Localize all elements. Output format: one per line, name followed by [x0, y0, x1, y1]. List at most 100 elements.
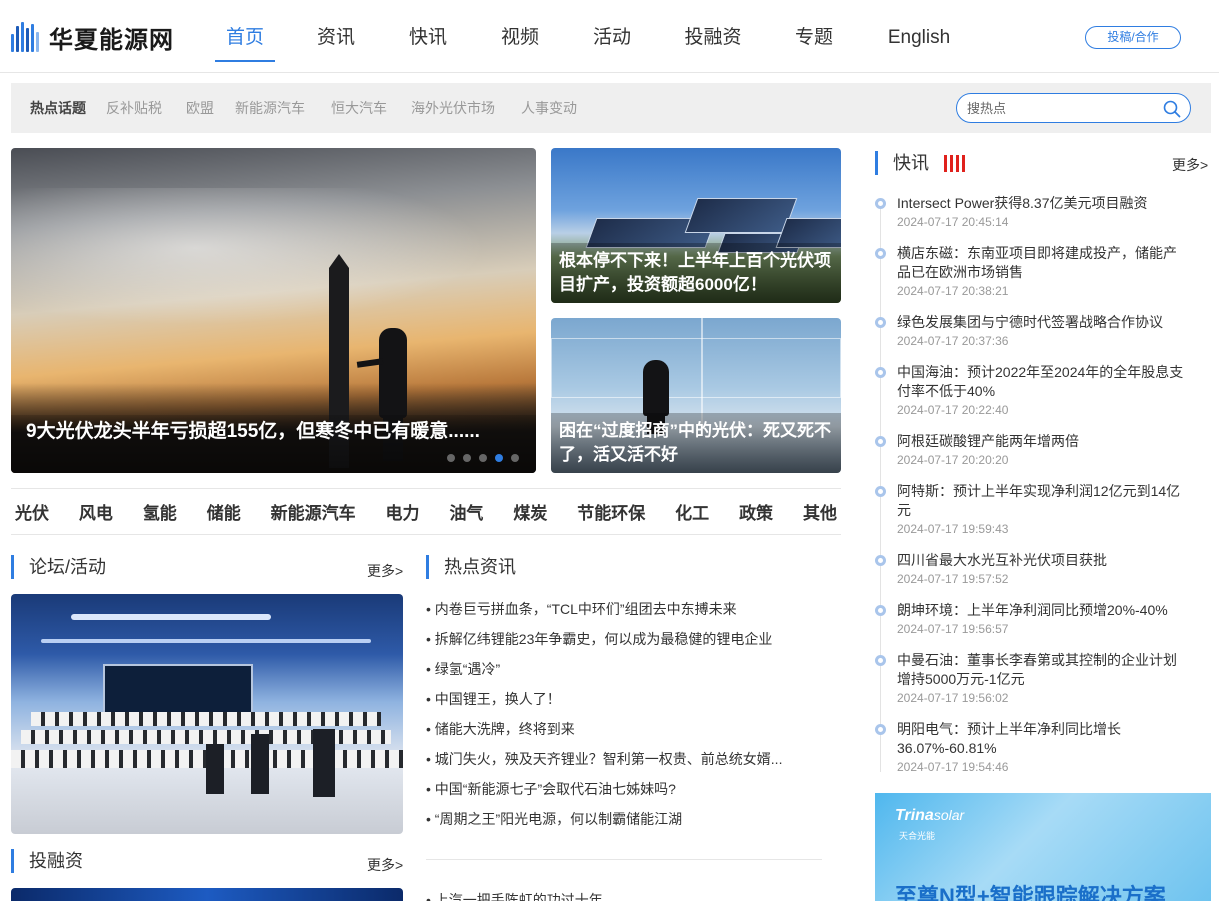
hot-news-item[interactable]: • 上汽一把手陈虹的功过十年: [426, 889, 818, 901]
flash-item-title[interactable]: Intersect Power获得8.37亿美元项目融资: [897, 194, 1185, 213]
flash-item-time: 2024-07-17 19:54:46: [897, 760, 1009, 774]
logo-mark-icon: [11, 21, 43, 54]
featured-card-title[interactable]: 根本停不下来！上半年上百个光伏项目扩产，投资额超6000亿！: [559, 249, 839, 297]
flash-item-title[interactable]: 阿根廷碳酸锂产能两年增两倍: [897, 432, 1185, 451]
timeline-dot-icon: [875, 724, 886, 735]
carousel-dot-active[interactable]: [495, 454, 503, 462]
timeline-dot-icon: [875, 317, 886, 328]
category-link[interactable]: 政策: [739, 499, 773, 524]
category-link[interactable]: 新能源汽车: [271, 499, 356, 524]
category-link[interactable]: 光伏: [15, 499, 49, 524]
flash-item-time: 2024-07-17 19:56:02: [897, 691, 1009, 705]
flash-item-title[interactable]: 朗坤环境：上半年净利润同比预增20%-40%: [897, 601, 1185, 620]
trina-solar-ad-banner[interactable]: Trinasolar 天合光能 至尊N型+智能跟踪解决方案: [875, 793, 1211, 901]
flash-item-time: 2024-07-17 19:56:57: [897, 622, 1009, 636]
nav-events[interactable]: 活动: [566, 0, 658, 73]
featured-card[interactable]: 根本停不下来！上半年上百个光伏项目扩产，投资额超6000亿！: [551, 148, 841, 303]
carousel-dot[interactable]: [463, 454, 471, 462]
hero-carousel[interactable]: 9大光伏龙头半年亏损超155亿，但寒冬中已有暖意......: [11, 148, 536, 473]
investment-more-link[interactable]: 更多>: [367, 855, 403, 875]
topic-link[interactable]: 反补贴税: [106, 98, 162, 118]
topic-link[interactable]: 人事变动: [521, 98, 577, 118]
flash-item[interactable]: 绿色发展集团与宁德时代签署战略合作协议 2024-07-17 20:37:36: [875, 313, 1185, 350]
category-bar: 光伏 风电 氢能 储能 新能源汽车 电力 油气 煤炭 节能环保 化工 政策 其他: [11, 488, 841, 535]
search-input[interactable]: [967, 99, 1157, 118]
timeline-dot-icon: [875, 436, 886, 447]
nav-video[interactable]: 视频: [474, 0, 566, 73]
category-link[interactable]: 化工: [675, 499, 709, 524]
flash-item[interactable]: 明阳电气：预计上半年净利同比增长36.07%-60.81% 2024-07-17…: [875, 720, 1185, 776]
hot-news-item[interactable]: “周期之王”阳光电源，何以制霸储能江湖: [426, 807, 826, 837]
carousel-dots: [447, 454, 519, 462]
category-link[interactable]: 其他: [803, 499, 837, 524]
category-link[interactable]: 风电: [79, 499, 113, 524]
site-name: 华夏能源网: [49, 27, 174, 54]
hero-title[interactable]: 9大光伏龙头半年亏损超155亿，但寒冬中已有暖意......: [26, 416, 480, 443]
nav-english[interactable]: English: [860, 0, 978, 73]
hot-news-item[interactable]: 城门失火，殃及天齐锂业？智利第一权贵、前总统女婿...: [426, 747, 826, 777]
topic-link[interactable]: 海外光伏市场: [411, 98, 495, 118]
nav-flash[interactable]: 快讯: [382, 0, 474, 73]
timeline-dot-icon: [875, 198, 886, 209]
flash-section-title: 快讯: [875, 151, 929, 175]
nav-investment[interactable]: 投融资: [658, 0, 768, 73]
flash-item-title[interactable]: 中国海油：预计2022年至2024年的全年股息支付率不低于40%: [897, 363, 1185, 401]
flash-item[interactable]: 阿特斯：预计上半年实现净利润12亿元到14亿元 2024-07-17 19:59…: [875, 482, 1185, 538]
topic-link[interactable]: 恒大汽车: [331, 98, 387, 118]
flash-item[interactable]: 阿根廷碳酸锂产能两年增两倍 2024-07-17 20:20:20: [875, 432, 1185, 469]
flash-item-time: 2024-07-17 20:20:20: [897, 453, 1009, 467]
site-header: 华夏能源网 首页 资讯 快讯 视频 活动 投融资 专题 English 投稿/合…: [0, 0, 1219, 73]
flash-item[interactable]: 朗坤环境：上半年净利润同比预增20%-40% 2024-07-17 19:56:…: [875, 601, 1185, 638]
hot-news-item[interactable]: 绿氢“遇冷”: [426, 657, 826, 687]
site-logo[interactable]: 华夏能源网: [11, 20, 174, 55]
timeline-dot-icon: [875, 248, 886, 259]
carousel-dot[interactable]: [479, 454, 487, 462]
flash-item-title[interactable]: 中曼石油：董事长李春第或其控制的企业计划增持5000万元-1亿元: [897, 651, 1185, 689]
flash-item[interactable]: 四川省最大水光互补光伏项目获批 2024-07-17 19:57:52: [875, 551, 1185, 588]
timeline-dot-icon: [875, 655, 886, 666]
forum-more-link[interactable]: 更多>: [367, 561, 403, 581]
flash-item-title[interactable]: 横店东磁：东南亚项目即将建成投产，储能产品已在欧洲市场销售: [897, 244, 1185, 282]
flash-item-time: 2024-07-17 19:59:43: [897, 522, 1009, 536]
nav-topics[interactable]: 专题: [768, 0, 860, 73]
topic-link[interactable]: 新能源汽车: [235, 98, 305, 118]
hot-news-item[interactable]: 内卷巨亏拼血条，“TCL中环们”组团去中东搏未来: [426, 597, 826, 627]
hot-news-item[interactable]: 中国锂王，换人了！: [426, 687, 826, 717]
trina-solar-logo: Trinasolar: [895, 807, 965, 824]
timeline-dot-icon: [875, 367, 886, 378]
flash-item[interactable]: 横店东磁：东南亚项目即将建成投产，储能产品已在欧洲市场销售 2024-07-17…: [875, 244, 1185, 300]
category-link[interactable]: 节能环保: [577, 499, 645, 524]
flash-item-title[interactable]: 绿色发展集团与宁德时代签署战略合作协议: [897, 313, 1185, 332]
hot-news-item[interactable]: 储能大洗牌，终将到来: [426, 717, 826, 747]
forum-event-image[interactable]: [11, 594, 403, 834]
nav-news[interactable]: 资讯: [290, 0, 382, 73]
investment-image[interactable]: [11, 888, 403, 901]
investment-section-title: 投融资: [11, 849, 83, 873]
category-link[interactable]: 油气: [449, 499, 483, 524]
carousel-dot[interactable]: [511, 454, 519, 462]
flash-item[interactable]: 中曼石油：董事长李春第或其控制的企业计划增持5000万元-1亿元 2024-07…: [875, 651, 1185, 707]
hot-news-item[interactable]: 拆解亿纬锂能23年争霸史，何以成为最稳健的锂电企业: [426, 627, 826, 657]
nav-home[interactable]: 首页: [200, 0, 290, 73]
hot-topics-label: 热点话题: [30, 100, 86, 116]
category-link[interactable]: 电力: [386, 499, 420, 524]
search-icon[interactable]: [1163, 100, 1181, 118]
category-link[interactable]: 煤炭: [513, 499, 547, 524]
flash-more-link[interactable]: 更多>: [1172, 155, 1208, 175]
carousel-dot[interactable]: [447, 454, 455, 462]
flash-item-title[interactable]: 阿特斯：预计上半年实现净利润12亿元到14亿元: [897, 482, 1185, 520]
submit-cooperate-button[interactable]: 投稿/合作: [1085, 26, 1181, 49]
hot-news-section-title: 热点资讯: [426, 555, 516, 579]
hot-news-item[interactable]: 中国“新能源七子”会取代石油七姊妹吗?: [426, 777, 826, 807]
timeline-dot-icon: [875, 605, 886, 616]
featured-card-title[interactable]: 困在“过度招商”中的光伏：死又死不了，活又活不好: [559, 419, 839, 467]
flash-item[interactable]: 中国海油：预计2022年至2024年的全年股息支付率不低于40% 2024-07…: [875, 363, 1185, 419]
flash-item-title[interactable]: 四川省最大水光互补光伏项目获批: [897, 551, 1185, 570]
category-link[interactable]: 储能: [207, 499, 241, 524]
category-link[interactable]: 氢能: [143, 499, 177, 524]
flash-item-title[interactable]: 明阳电气：预计上半年净利同比增长36.07%-60.81%: [897, 720, 1185, 758]
search-box: [956, 93, 1191, 123]
flash-item[interactable]: Intersect Power获得8.37亿美元项目融资 2024-07-17 …: [875, 194, 1185, 231]
topic-link[interactable]: 欧盟: [186, 98, 214, 118]
featured-card[interactable]: 困在“过度招商”中的光伏：死又死不了，活又活不好: [551, 318, 841, 473]
